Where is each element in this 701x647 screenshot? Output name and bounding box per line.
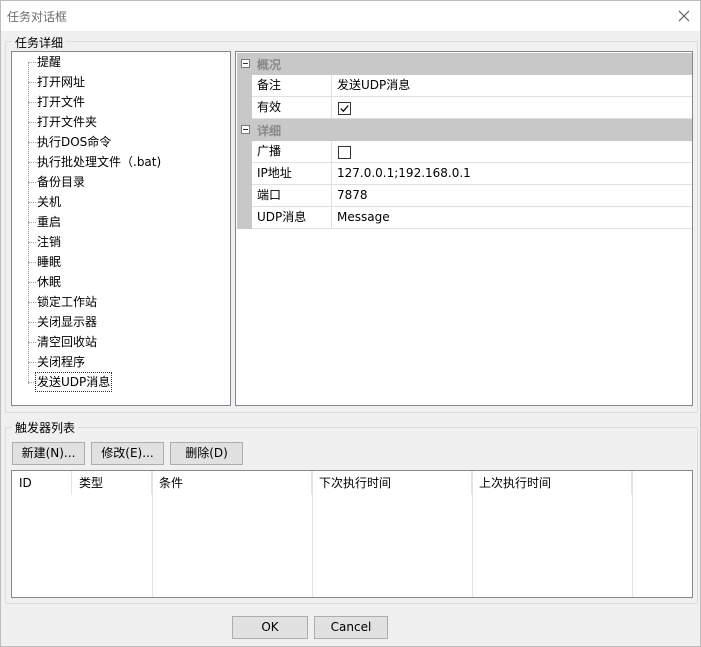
property-name: 广播: [252, 141, 332, 163]
tree-connector-line: [28, 62, 29, 384]
tree-connector: [28, 222, 36, 223]
column-divider: [312, 471, 313, 597]
close-button[interactable]: [668, 1, 700, 31]
category-details[interactable]: 详细: [237, 119, 692, 141]
tree-connector: [28, 322, 36, 323]
port-value[interactable]: 7878: [332, 185, 692, 207]
tree-connector: [28, 102, 36, 103]
property-row-udp-message: UDP消息 Message: [237, 207, 692, 229]
column-header-last-run[interactable]: 上次执行时间: [472, 471, 632, 495]
category-label: 详细: [257, 124, 282, 138]
category-overview[interactable]: 概况: [237, 53, 692, 75]
property-row-remark: 备注 发送UDP消息: [237, 75, 692, 97]
tree-item-backup-dir[interactable]: 备份目录: [36, 173, 86, 191]
row-gutter: [237, 163, 252, 185]
checkmark-icon: [340, 105, 349, 113]
tree-connector: [28, 62, 36, 63]
ok-button[interactable]: OK: [232, 616, 308, 639]
remark-value[interactable]: 发送UDP消息: [332, 75, 692, 97]
column-header-next-run[interactable]: 下次执行时间: [312, 471, 472, 495]
tree-item-run-batch[interactable]: 执行批处理文件（.bat): [36, 153, 162, 171]
task-type-tree[interactable]: 提醒 打开网址 打开文件 打开文件夹 执行DOS命令 执行批处理文件（.bat)…: [11, 51, 231, 406]
tree-connector: [28, 162, 36, 163]
tree-connector: [28, 202, 36, 203]
udp-message-value[interactable]: Message: [332, 207, 692, 229]
broadcast-value: [332, 141, 692, 163]
tree-connector: [28, 82, 36, 83]
tree-connector: [28, 142, 36, 143]
title-bar: 任务对话框: [1, 1, 700, 31]
tree-item-send-udp[interactable]: 发送UDP消息: [34, 372, 113, 392]
row-gutter: [237, 141, 252, 163]
trigger-list-legend: 触发器列表: [12, 419, 79, 436]
tree-connector: [28, 382, 36, 383]
column-header-condition[interactable]: 条件: [152, 471, 312, 495]
property-name: 备注: [252, 75, 332, 97]
window-title: 任务对话框: [7, 10, 68, 24]
broadcast-checkbox[interactable]: [338, 146, 351, 159]
column-divider: [152, 471, 153, 597]
row-gutter: [237, 185, 252, 207]
row-gutter: [237, 97, 252, 119]
tree-item-open-folder[interactable]: 打开文件夹: [36, 113, 98, 131]
collapse-icon[interactable]: [241, 125, 250, 134]
tree-connector: [28, 302, 36, 303]
collapse-icon[interactable]: [241, 59, 250, 68]
row-gutter: [237, 75, 252, 97]
tree-connector: [28, 362, 36, 363]
column-header-type[interactable]: 类型: [72, 471, 152, 495]
tree-item-open-file[interactable]: 打开文件: [36, 93, 86, 111]
tree-item-shutdown[interactable]: 关机: [36, 193, 62, 211]
property-row-ip: IP地址 127.0.0.1;192.168.0.1: [237, 163, 692, 185]
property-row-enabled: 有效: [237, 97, 692, 119]
tree-item-restart[interactable]: 重启: [36, 213, 62, 231]
property-name: IP地址: [252, 163, 332, 185]
tree-connector: [28, 122, 36, 123]
property-name: 有效: [252, 97, 332, 119]
tree-item-run-dos[interactable]: 执行DOS命令: [36, 133, 112, 151]
new-trigger-button[interactable]: 新建(N)...: [12, 442, 85, 465]
tree-item-close-program[interactable]: 关闭程序: [36, 353, 86, 371]
property-row-port: 端口 7878: [237, 185, 692, 207]
property-name: UDP消息: [252, 207, 332, 229]
task-details-legend: 任务详细: [12, 34, 67, 51]
tree-item-lock-workstation[interactable]: 锁定工作站: [36, 293, 98, 311]
tree-item-sleep[interactable]: 睡眠: [36, 253, 62, 271]
tree-item-reminder[interactable]: 提醒: [36, 53, 62, 71]
tree-item-open-url[interactable]: 打开网址: [36, 73, 86, 91]
column-header-id[interactable]: ID: [12, 471, 72, 495]
tree-connector: [28, 282, 36, 283]
delete-trigger-button[interactable]: 删除(D): [170, 442, 243, 465]
tree-connector: [28, 242, 36, 243]
row-gutter: [237, 207, 252, 229]
property-name: 端口: [252, 185, 332, 207]
column-divider: [472, 471, 473, 597]
column-divider: [632, 471, 633, 597]
ip-address-value[interactable]: 127.0.0.1;192.168.0.1: [332, 163, 692, 185]
tree-connector: [28, 182, 36, 183]
enabled-value: [332, 97, 692, 119]
property-grid: 概况 备注 发送UDP消息 有效 详细 广播 IP地址 127.0.0.1;19…: [235, 51, 693, 406]
tree-item-turn-off-monitor[interactable]: 关闭显示器: [36, 313, 98, 331]
category-label: 概况: [257, 58, 282, 72]
tree-connector: [28, 342, 36, 343]
tree-connector: [28, 262, 36, 263]
edit-trigger-button[interactable]: 修改(E)...: [91, 442, 164, 465]
tree-item-empty-recycle-bin[interactable]: 清空回收站: [36, 333, 98, 351]
cancel-button[interactable]: Cancel: [314, 616, 388, 639]
task-dialog: 任务对话框 任务详细 提醒 打开网址 打开文件 打开文件夹 执行DOS命令 执行…: [0, 0, 701, 647]
tree-item-logoff[interactable]: 注销: [36, 233, 62, 251]
property-row-broadcast: 广播: [237, 141, 692, 163]
trigger-list[interactable]: ID 类型 条件 下次执行时间 上次执行时间: [11, 470, 693, 598]
tree-item-hibernate[interactable]: 休眠: [36, 273, 62, 291]
enabled-checkbox[interactable]: [338, 102, 351, 115]
close-icon: [678, 10, 690, 22]
